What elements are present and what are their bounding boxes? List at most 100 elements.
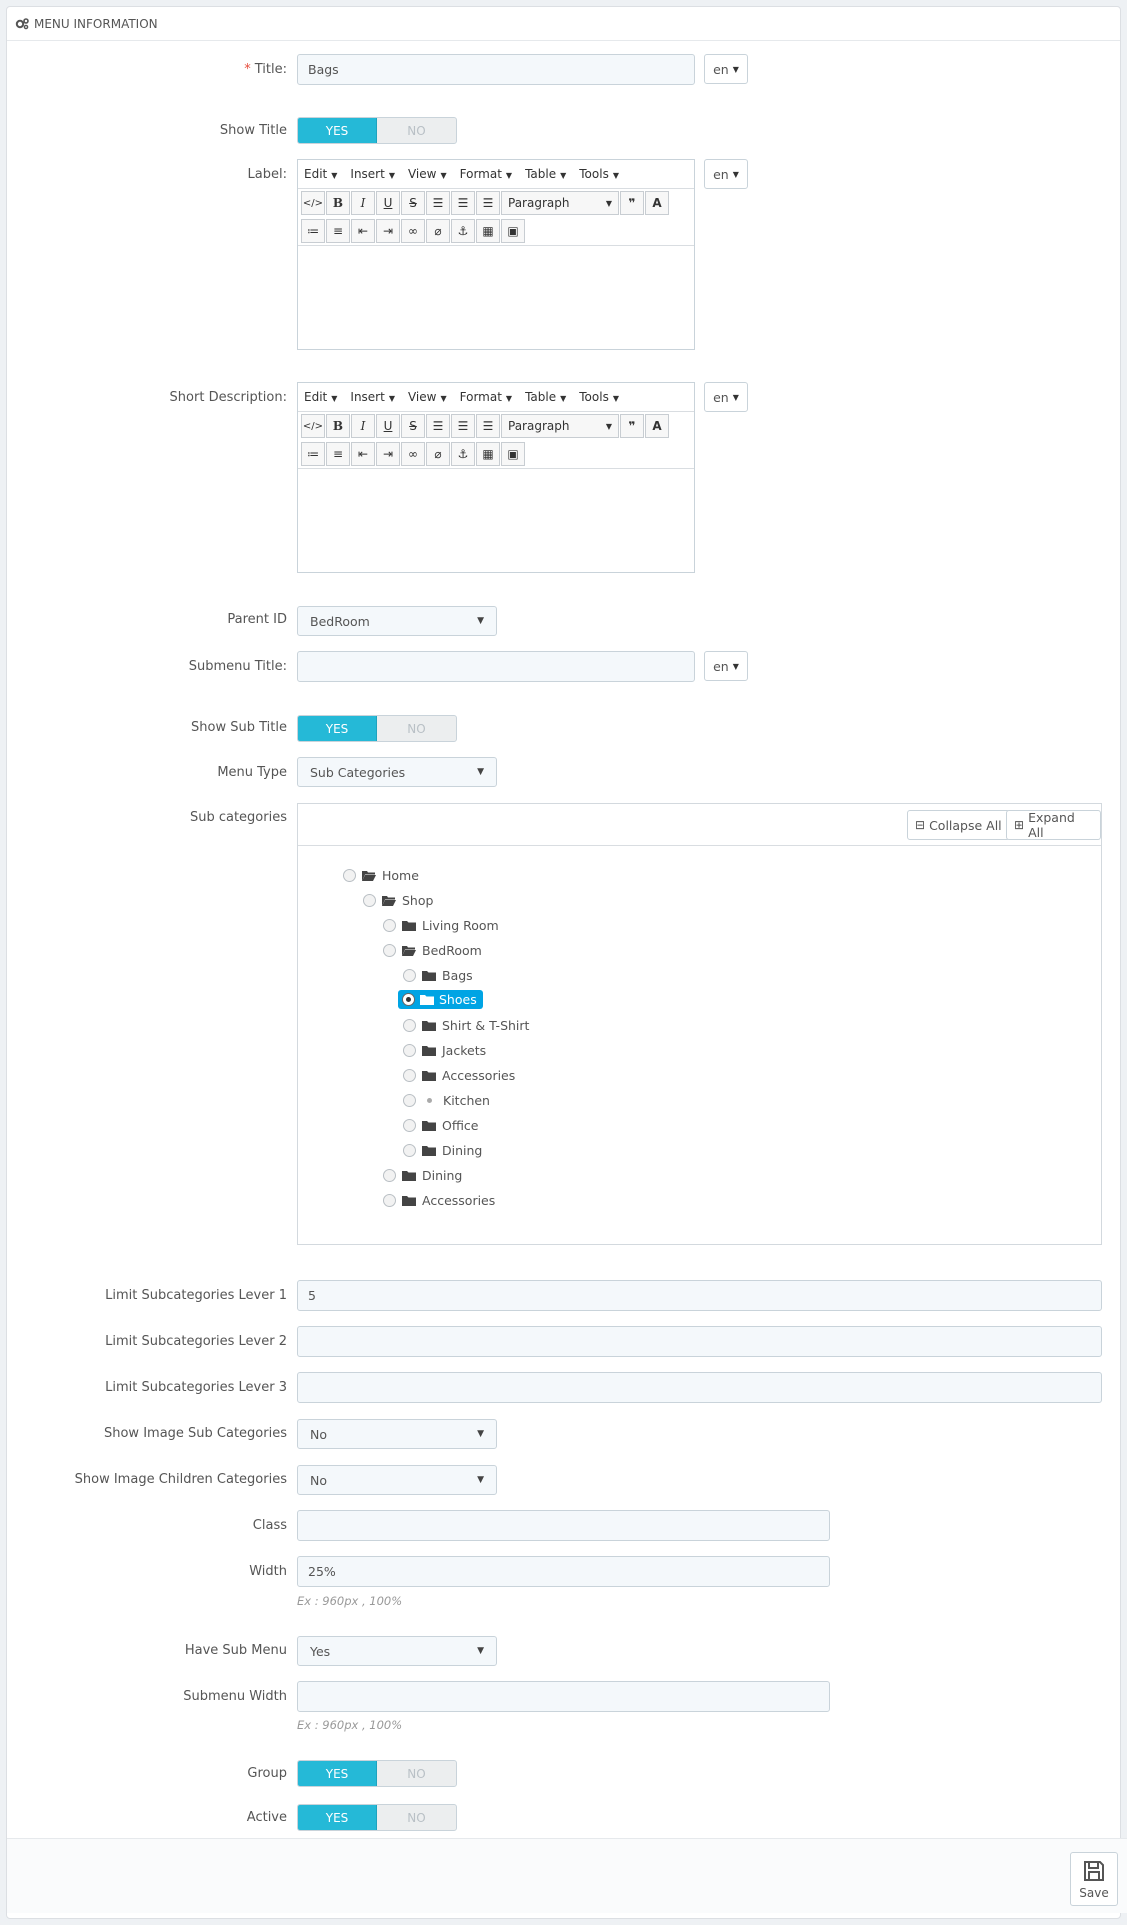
blockquote-icon[interactable]: ❞ — [620, 191, 644, 215]
link-icon[interactable]: ∞ — [401, 442, 425, 466]
bullet-list-icon[interactable]: ≔ — [301, 442, 325, 466]
group-switch[interactable]: YES NO — [297, 1760, 457, 1787]
radio[interactable] — [383, 1194, 396, 1207]
switch-yes[interactable]: YES — [298, 1805, 377, 1830]
tree-node-bags[interactable]: Bags — [403, 968, 473, 983]
italic-icon[interactable]: I — [351, 414, 375, 438]
radio[interactable] — [363, 894, 376, 907]
switch-yes[interactable]: YES — [298, 118, 377, 143]
strikethrough-icon[interactable]: S — [401, 191, 425, 215]
bullet-list-icon[interactable]: ≔ — [301, 219, 325, 243]
tree-node-accessories[interactable]: Accessories — [383, 1193, 495, 1208]
unlink-icon[interactable]: ⌀ — [426, 442, 450, 466]
width-input[interactable]: 25% — [297, 1556, 830, 1587]
align-right-icon[interactable]: ☰ — [476, 191, 500, 215]
switch-no[interactable]: NO — [377, 118, 456, 143]
bold-icon[interactable]: B — [326, 414, 350, 438]
menu-table[interactable]: Table ▼ — [525, 390, 566, 404]
short-description-editor[interactable]: Edit ▼ Insert ▼ View ▼ Format ▼ Table ▼ Tools… — [297, 382, 695, 573]
tree-node-living-room[interactable]: Living Room — [383, 918, 499, 933]
switch-no[interactable]: NO — [377, 716, 456, 741]
menu-insert[interactable]: Insert ▼ — [350, 390, 395, 404]
radio[interactable] — [403, 1019, 416, 1032]
menu-tools[interactable]: Tools ▼ — [579, 390, 619, 404]
tree-node-shoes[interactable]: Shoes — [398, 990, 483, 1009]
label-editor[interactable]: Edit ▼ Insert ▼ View ▼ Format ▼ Table ▼ Tools… — [297, 159, 695, 350]
show-title-switch[interactable]: YES NO — [297, 117, 457, 144]
expand-all-button[interactable]: ⊞ Expand All — [1006, 810, 1101, 840]
radio[interactable] — [403, 969, 416, 982]
menu-view[interactable]: View ▼ — [408, 390, 447, 404]
numbered-list-icon[interactable]: ≡ — [326, 442, 350, 466]
limit-lever-3-input[interactable] — [297, 1372, 1102, 1403]
menu-format[interactable]: Format ▼ — [460, 390, 512, 404]
tree-node-home[interactable]: Home — [343, 868, 419, 883]
underline-icon[interactable]: U — [376, 414, 400, 438]
media-icon[interactable]: ▦ — [476, 219, 500, 243]
submenu-title-lang-button[interactable]: en ▼ — [704, 651, 748, 681]
selected-node[interactable]: Shoes — [398, 990, 483, 1009]
tree-node-jackets[interactable]: Jackets — [403, 1043, 486, 1058]
label-editor-area[interactable] — [298, 245, 694, 349]
title-lang-button[interactable]: en ▼ — [704, 54, 748, 84]
text-color-icon[interactable]: A — [645, 191, 669, 215]
radio[interactable] — [403, 1044, 416, 1057]
align-left-icon[interactable]: ☰ — [426, 414, 450, 438]
switch-no[interactable]: NO — [377, 1761, 456, 1786]
source-code-icon[interactable]: </> — [301, 191, 325, 215]
radio[interactable] — [383, 1169, 396, 1182]
submenu-title-input[interactable] — [297, 651, 695, 682]
show-image-children-select[interactable]: No ▼ — [297, 1465, 497, 1495]
menu-insert[interactable]: Insert ▼ — [350, 167, 395, 181]
switch-yes[interactable]: YES — [298, 716, 377, 741]
collapse-all-button[interactable]: ⊟ Collapse All — [907, 810, 1010, 840]
parent-id-select[interactable]: BedRoom ▼ — [297, 606, 497, 636]
radio[interactable] — [403, 1119, 416, 1132]
tree-node-shop[interactable]: Shop — [363, 893, 433, 908]
short-description-lang-button[interactable]: en ▼ — [704, 382, 748, 412]
indent-icon[interactable]: ⇥ — [376, 219, 400, 243]
tree-node-accessories-child[interactable]: Accessories — [403, 1068, 515, 1083]
radio-selected[interactable] — [402, 993, 415, 1006]
switch-yes[interactable]: YES — [298, 1761, 377, 1786]
switch-no[interactable]: NO — [377, 1805, 456, 1830]
bold-icon[interactable]: B — [326, 191, 350, 215]
radio[interactable] — [383, 919, 396, 932]
media-icon[interactable]: ▦ — [476, 442, 500, 466]
title-input[interactable]: Bags — [297, 54, 695, 85]
source-code-icon[interactable]: </> — [301, 414, 325, 438]
label-lang-button[interactable]: en ▼ — [704, 159, 748, 189]
unlink-icon[interactable]: ⌀ — [426, 219, 450, 243]
active-switch[interactable]: YES NO — [297, 1804, 457, 1831]
italic-icon[interactable]: I — [351, 191, 375, 215]
radio[interactable] — [403, 1144, 416, 1157]
outdent-icon[interactable]: ⇤ — [351, 219, 375, 243]
save-button[interactable]: Save — [1070, 1852, 1118, 1906]
menu-type-select[interactable]: Sub Categories ▼ — [297, 757, 497, 787]
strikethrough-icon[interactable]: S — [401, 414, 425, 438]
tree-node-dining[interactable]: Dining — [383, 1168, 462, 1183]
tree-node-bedroom[interactable]: BedRoom — [383, 943, 482, 958]
outdent-icon[interactable]: ⇤ — [351, 442, 375, 466]
class-input[interactable] — [297, 1510, 830, 1541]
menu-table[interactable]: Table ▼ — [525, 167, 566, 181]
numbered-list-icon[interactable]: ≡ — [326, 219, 350, 243]
link-icon[interactable]: ∞ — [401, 219, 425, 243]
menu-tools[interactable]: Tools ▼ — [579, 167, 619, 181]
have-sub-menu-select[interactable]: Yes ▼ — [297, 1636, 497, 1666]
format-select[interactable]: Paragraph ▼ — [501, 191, 619, 215]
tree-node-dining-child[interactable]: Dining — [403, 1143, 482, 1158]
menu-edit[interactable]: Edit ▼ — [304, 390, 337, 404]
tree-node-kitchen[interactable]: Kitchen — [403, 1093, 490, 1108]
submenu-width-input[interactable] — [297, 1681, 830, 1712]
anchor-icon[interactable]: ⚓ — [451, 442, 475, 466]
tree-node-shirt[interactable]: Shirt & T-Shirt — [403, 1018, 529, 1033]
limit-lever-2-input[interactable] — [297, 1326, 1102, 1357]
align-right-icon[interactable]: ☰ — [476, 414, 500, 438]
radio[interactable] — [383, 944, 396, 957]
image-icon[interactable]: ▣ — [501, 219, 525, 243]
format-select[interactable]: Paragraph ▼ — [501, 414, 619, 438]
text-color-icon[interactable]: A — [645, 414, 669, 438]
limit-lever-1-input[interactable]: 5 — [297, 1280, 1102, 1311]
blockquote-icon[interactable]: ❞ — [620, 414, 644, 438]
